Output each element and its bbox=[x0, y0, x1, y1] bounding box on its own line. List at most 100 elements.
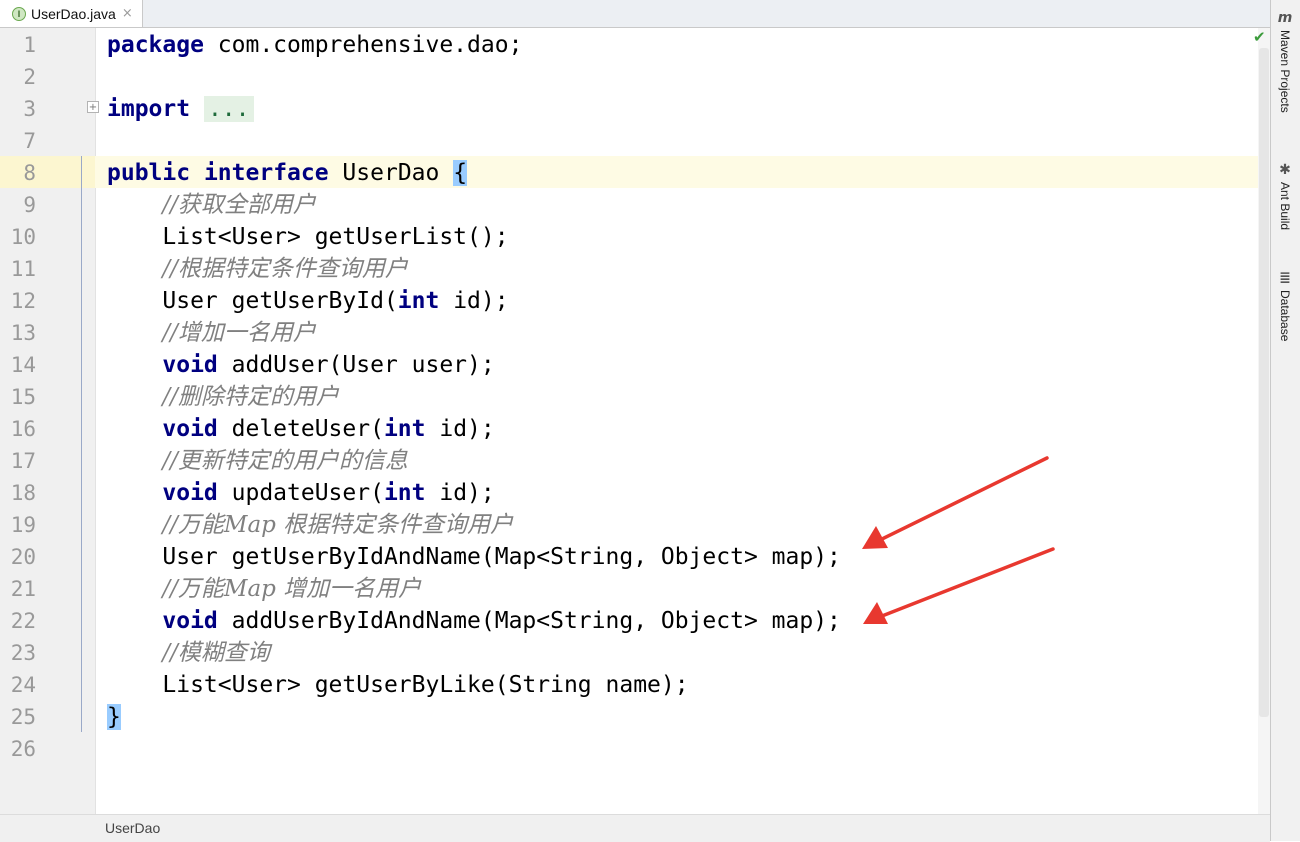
code-text: List<User> getUserList(); bbox=[107, 221, 508, 253]
code-text: void addUserByIdAndName(Map<String, Obje… bbox=[107, 605, 841, 637]
ant-build-tool-button[interactable]: ✱ Ant Build bbox=[1272, 162, 1298, 230]
code-token: UserDao bbox=[328, 160, 454, 186]
code-token: addUserByIdAndName(Map<String, Object> m… bbox=[217, 608, 841, 634]
vertical-scrollbar-thumb[interactable] bbox=[1259, 48, 1269, 717]
line-number: 22 bbox=[10, 609, 36, 633]
line-number: 3 bbox=[23, 97, 36, 121]
code-line[interactable]: 26 bbox=[0, 733, 1258, 765]
line-number: 25 bbox=[10, 705, 36, 729]
ant-build-label: Ant Build bbox=[1278, 182, 1292, 231]
line-number: 12 bbox=[10, 289, 36, 313]
keyword-token: import bbox=[107, 96, 191, 122]
code-line[interactable]: 22 void addUserByIdAndName(Map<String, O… bbox=[0, 605, 1258, 637]
matched-brace-token: } bbox=[107, 704, 121, 730]
code-line[interactable]: 19 //万能Map 根据特定条件查询用户 bbox=[0, 509, 1258, 541]
code-line[interactable]: 18 void updateUser(int id); bbox=[0, 477, 1258, 509]
code-token: id); bbox=[439, 288, 509, 314]
comment-token: //根据特定条件查询用户 bbox=[162, 256, 408, 282]
keyword-token: public bbox=[107, 160, 191, 186]
code-line[interactable]: 24 List<User> getUserByLike(String name)… bbox=[0, 669, 1258, 701]
tab-label: UserDao.java bbox=[31, 5, 116, 22]
keyword-token: int bbox=[383, 416, 426, 442]
code-text: //根据特定条件查询用户 bbox=[107, 253, 408, 285]
editor-tab-bar: I UserDao.java × bbox=[0, 0, 1270, 28]
code-text: User getUserById(int id); bbox=[107, 285, 509, 317]
code-text: //增加一名用户 bbox=[107, 317, 316, 349]
code-text: } bbox=[107, 701, 121, 733]
line-number: 15 bbox=[10, 385, 36, 409]
maven-icon: m bbox=[1277, 10, 1293, 26]
code-token: List<User> getUserByLike(String name); bbox=[107, 672, 689, 698]
keyword-token: int bbox=[383, 480, 426, 506]
code-text: void updateUser(int id); bbox=[107, 477, 494, 509]
code-line[interactable]: 12 User getUserById(int id); bbox=[0, 285, 1258, 317]
code-text: //获取全部用户 bbox=[107, 189, 316, 221]
comment-token: //万能Map 根据特定条件查询用户 bbox=[162, 512, 514, 538]
breadcrumb-item[interactable]: UserDao bbox=[105, 820, 160, 836]
code-line[interactable]: 10 List<User> getUserList(); bbox=[0, 221, 1258, 253]
code-token: id); bbox=[425, 416, 495, 442]
no-problems-check-icon: ✔ bbox=[1253, 28, 1266, 46]
code-text: void deleteUser(int id); bbox=[107, 413, 495, 445]
line-number: 20 bbox=[10, 545, 36, 569]
line-number: 26 bbox=[10, 737, 36, 761]
code-text: //万能Map 根据特定条件查询用户 bbox=[107, 509, 513, 541]
keyword-token: void bbox=[162, 352, 218, 378]
code-line[interactable]: 14 void addUser(User user); bbox=[0, 349, 1258, 381]
keyword-token: void bbox=[162, 480, 218, 506]
code-text: //删除特定的用户 bbox=[107, 381, 339, 413]
code-line[interactable]: 13 //增加一名用户 bbox=[0, 317, 1258, 349]
code-text: //万能Map 增加一名用户 bbox=[107, 573, 421, 605]
code-line[interactable]: 25} bbox=[0, 701, 1258, 733]
maven-projects-label: Maven Projects bbox=[1278, 30, 1292, 113]
code-token: User getUserByIdAndName(Map<String, Obje… bbox=[107, 544, 841, 570]
database-tool-button[interactable]: ≣ Database bbox=[1272, 270, 1298, 341]
maven-projects-tool-button[interactable]: m Maven Projects bbox=[1272, 10, 1298, 113]
comment-token: //增加一名用户 bbox=[162, 320, 316, 346]
code-line[interactable]: 16 void deleteUser(int id); bbox=[0, 413, 1258, 445]
line-number: 18 bbox=[10, 481, 36, 505]
close-icon[interactable]: × bbox=[122, 6, 133, 21]
ant-icon: ✱ bbox=[1279, 162, 1291, 178]
line-number: 23 bbox=[10, 641, 36, 665]
code-text: User getUserByIdAndName(Map<String, Obje… bbox=[107, 541, 841, 573]
code-line[interactable]: 21 //万能Map 增加一名用户 bbox=[0, 573, 1258, 605]
code-text: void addUser(User user); bbox=[107, 349, 494, 381]
code-line[interactable]: 17 //更新特定的用户的信息 bbox=[0, 445, 1258, 477]
folded-imports-token[interactable]: ... bbox=[203, 96, 254, 122]
comment-token: //获取全部用户 bbox=[162, 192, 316, 218]
code-line[interactable]: 23 //模糊查询 bbox=[0, 637, 1258, 669]
code-line[interactable]: 3 import ... bbox=[0, 93, 1258, 125]
code-line[interactable]: 15 //删除特定的用户 bbox=[0, 381, 1258, 413]
keyword-token: interface bbox=[203, 160, 329, 186]
line-number: 2 bbox=[23, 65, 36, 89]
code-line[interactable]: 20 User getUserByIdAndName(Map<String, O… bbox=[0, 541, 1258, 573]
code-line[interactable]: 11 //根据特定条件查询用户 bbox=[0, 253, 1258, 285]
code-text: import ... bbox=[107, 93, 254, 125]
line-number: 1 bbox=[23, 33, 36, 57]
code-line[interactable]: 2 bbox=[0, 61, 1258, 93]
code-token: com.comprehensive.dao; bbox=[203, 32, 523, 58]
code-line[interactable]: 8 public interface UserDao { bbox=[0, 157, 1258, 189]
code-line[interactable]: 1 package com.comprehensive.dao; bbox=[0, 29, 1258, 61]
code-text: //更新特定的用户的信息 bbox=[107, 445, 408, 477]
database-icon: ≣ bbox=[1279, 270, 1291, 286]
code-line[interactable]: 9 //获取全部用户 bbox=[0, 189, 1258, 221]
line-number: 13 bbox=[10, 321, 36, 345]
line-number: 8 bbox=[23, 161, 36, 185]
comment-token: //更新特定的用户的信息 bbox=[162, 448, 408, 474]
line-number: 10 bbox=[10, 225, 36, 249]
code-line[interactable]: 7 bbox=[0, 125, 1258, 157]
code-editor[interactable]: + 1 package com.comprehensive.dao; 2 3 impor… bbox=[0, 28, 1268, 814]
database-label: Database bbox=[1278, 290, 1292, 342]
tab-userdao-java[interactable]: I UserDao.java × bbox=[0, 0, 143, 27]
